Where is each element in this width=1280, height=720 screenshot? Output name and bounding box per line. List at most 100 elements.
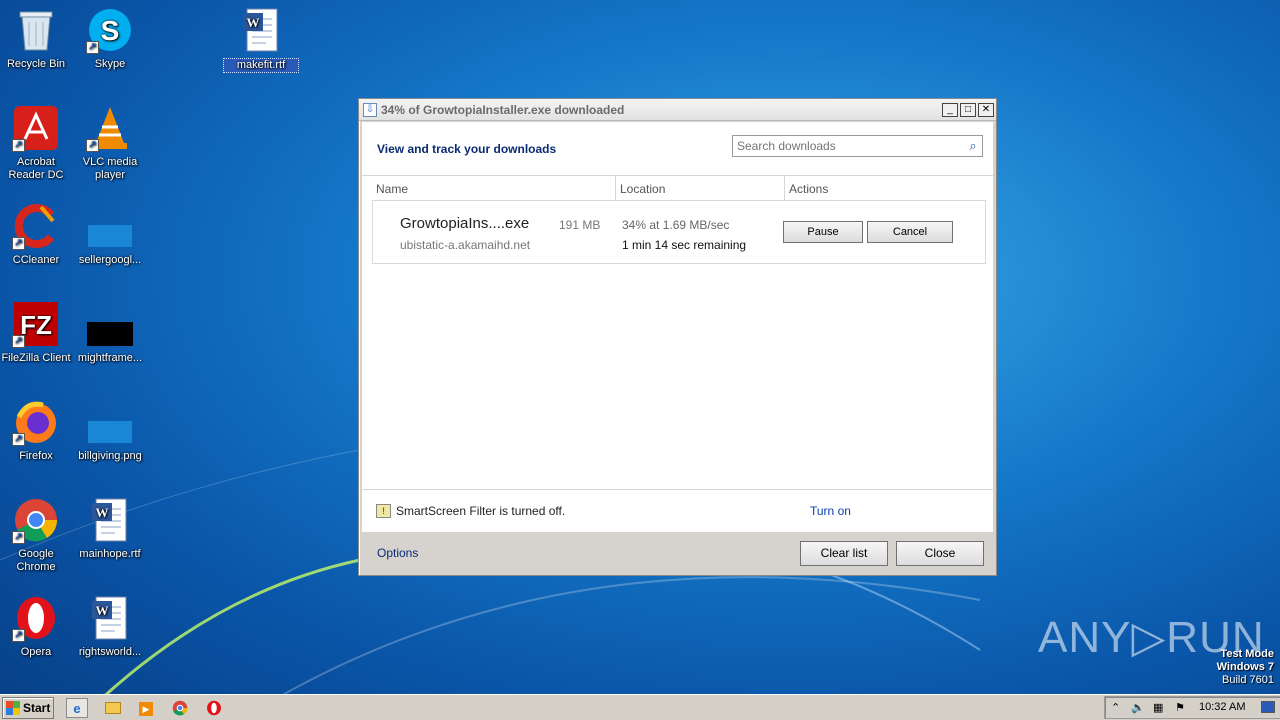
download-progress-text: 34% at 1.69 MB/sec (622, 218, 730, 232)
skype-icon: S ↗ (86, 6, 134, 54)
desktop-icon-label: Firefox (19, 450, 53, 462)
dialog-footer: Options Clear list Close (362, 533, 993, 573)
word-document-icon: W (237, 6, 285, 54)
column-divider[interactable] (784, 176, 785, 200)
word-document-icon: W (86, 496, 134, 544)
taskbar: Start e ▶ ⌃ 🔈 ▦ ⚑ 10:32 AM (0, 694, 1280, 720)
close-button[interactable]: Close (896, 541, 984, 566)
column-header-location[interactable]: Location (620, 182, 665, 196)
start-button[interactable]: Start (2, 697, 54, 719)
download-size: 191 MB (559, 218, 601, 232)
desktop-icon-label: rightsworld... (78, 646, 142, 658)
word-document-icon: W (86, 594, 134, 642)
desktop-icon-vlc[interactable]: ↗ VLC media player (72, 104, 148, 182)
ccleaner-icon: ↗ (12, 202, 60, 250)
desktop-icon-label: Opera (20, 646, 52, 658)
opera-icon: ↗ (12, 594, 60, 642)
search-box[interactable]: ⌕ (732, 135, 983, 157)
desktop-icon-label: FileZilla Client (1, 352, 71, 364)
desktop-icon-ccleaner[interactable]: ↗ CCleaner (0, 202, 74, 267)
desktop-icon-firefox[interactable]: ↗ Firefox (0, 398, 74, 463)
desktop-icon-label: mightframe... (77, 352, 143, 364)
smartscreen-warning-icon: ! (376, 504, 391, 518)
shortcut-arrow-icon: ↗ (12, 629, 25, 642)
recycle-bin-icon (12, 6, 60, 54)
internet-explorer-icon[interactable]: e (66, 698, 88, 718)
firefox-icon: ↗ (12, 398, 60, 446)
desktop-icon-sellergoogl[interactable]: sellergoogl... (72, 202, 148, 267)
desktop-icon-label: Acrobat Reader DC (8, 156, 64, 181)
windows-version-line: Windows 7 (1216, 661, 1274, 673)
desktop-icon-recycle-bin[interactable]: Recycle Bin (0, 6, 74, 71)
search-icon[interactable]: ⌕ (964, 138, 982, 154)
network-icon[interactable]: ▦ (1153, 701, 1163, 714)
clear-list-button[interactable]: Clear list (800, 541, 888, 566)
desktop-icon-label: VLC media player (82, 156, 138, 181)
desktop-icon-skype[interactable]: S ↗ Skype (72, 6, 148, 71)
shortcut-arrow-icon: ↗ (12, 139, 25, 152)
blank-file-icon (86, 202, 134, 250)
desktop-icon-chrome[interactable]: ↗ Google Chrome (0, 496, 74, 574)
test-mode-line: Test Mode (1220, 648, 1274, 660)
shortcut-arrow-icon: ↗ (12, 531, 25, 544)
download-row[interactable]: GrowtopiaIns....exe 191 MB ubistatic-a.a… (372, 200, 986, 264)
media-player-icon[interactable]: ▶ (135, 698, 157, 718)
show-hidden-icons-icon[interactable]: ⌃ (1111, 701, 1120, 714)
desktop-icon-label: Recycle Bin (6, 58, 66, 70)
desktop-icon-filezilla[interactable]: FZ ↗ FileZilla Client (0, 300, 74, 365)
turn-on-link[interactable]: Turn on (810, 504, 851, 518)
cancel-button[interactable]: Cancel (867, 221, 953, 243)
show-desktop-icon[interactable] (1261, 701, 1275, 713)
column-divider[interactable] (615, 176, 616, 200)
desktop-icon-label: makefit.rtf (223, 58, 299, 73)
desktop-icon-mightframe[interactable]: mightframe... (72, 300, 148, 365)
acrobat-icon: ↗ (12, 104, 60, 152)
chrome-icon[interactable] (169, 698, 191, 718)
build-line: Build 7601 (1222, 674, 1274, 686)
desktop-icon-label: Skype (94, 58, 126, 70)
desktop-icon-opera[interactable]: ↗ Opera (0, 594, 74, 659)
desktop-icon-label: mainhope.rtf (79, 548, 141, 560)
desktop-icon-label: CCleaner (12, 254, 60, 266)
filezilla-icon: FZ ↗ (12, 300, 60, 348)
action-center-flag-icon[interactable]: ⚑ (1175, 701, 1185, 714)
shortcut-arrow-icon: ↗ (86, 41, 99, 54)
desktop-icon-mainhope[interactable]: W mainhope.rtf (72, 496, 148, 561)
window-title: 34% of GrowtopiaInstaller.exe downloaded (381, 102, 625, 117)
volume-icon[interactable]: 🔈 (1131, 701, 1145, 714)
downloads-panel: View and track your downloads ⌕ Name Loc… (362, 122, 993, 532)
shortcut-arrow-icon: ↗ (86, 139, 99, 152)
desktop-icon-label: Google Chrome (16, 548, 56, 573)
desktop-icon-billgiving[interactable]: billgiving.png (72, 398, 148, 463)
svg-text:W: W (247, 15, 260, 30)
desktop-icon-acrobat[interactable]: ↗ Acrobat Reader DC (0, 104, 74, 182)
search-input[interactable] (733, 139, 964, 153)
column-header-name[interactable]: Name (376, 182, 408, 196)
shortcut-arrow-icon: ↗ (12, 433, 25, 446)
download-app-icon: ⇩ (363, 102, 377, 117)
smartscreen-bar: ! SmartScreen Filter is turned off. Turn… (362, 489, 993, 532)
minimize-button[interactable]: _ (942, 102, 958, 117)
desktop-icon-rightsworld[interactable]: W rightsworld... (72, 594, 148, 659)
desktop-icon-makefit[interactable]: W makefit.rtf (223, 6, 299, 73)
test-mode-notice: Test Mode Windows 7 Build 7601 (1217, 648, 1274, 687)
maximize-button[interactable]: □ (960, 102, 976, 117)
options-link[interactable]: Options (377, 546, 418, 560)
chrome-icon: ↗ (12, 496, 60, 544)
image-file-icon (86, 398, 134, 446)
smartscreen-status: SmartScreen Filter is turned off. (396, 504, 566, 518)
close-window-button[interactable]: ✕ (978, 102, 994, 117)
pause-button[interactable]: Pause (783, 221, 863, 243)
opera-icon[interactable] (203, 698, 225, 718)
clock[interactable]: 10:32 AM (1199, 701, 1245, 713)
window-titlebar[interactable]: ⇩ 34% of GrowtopiaInstaller.exe download… (359, 99, 996, 121)
system-tray: ⌃ 🔈 ▦ ⚑ 10:32 AM (1104, 696, 1280, 719)
svg-text:S: S (101, 15, 120, 46)
explorer-folder-icon[interactable] (102, 698, 124, 718)
download-time-remaining: 1 min 14 sec remaining (622, 238, 747, 252)
desktop-icon-label: billgiving.png (78, 450, 142, 462)
column-header-row: Name Location Actions (362, 175, 993, 200)
column-header-actions[interactable]: Actions (789, 182, 828, 196)
download-host: ubistatic-a.akamaihd.net (400, 238, 531, 252)
desktop-icon-label: sellergoogl... (78, 254, 142, 266)
